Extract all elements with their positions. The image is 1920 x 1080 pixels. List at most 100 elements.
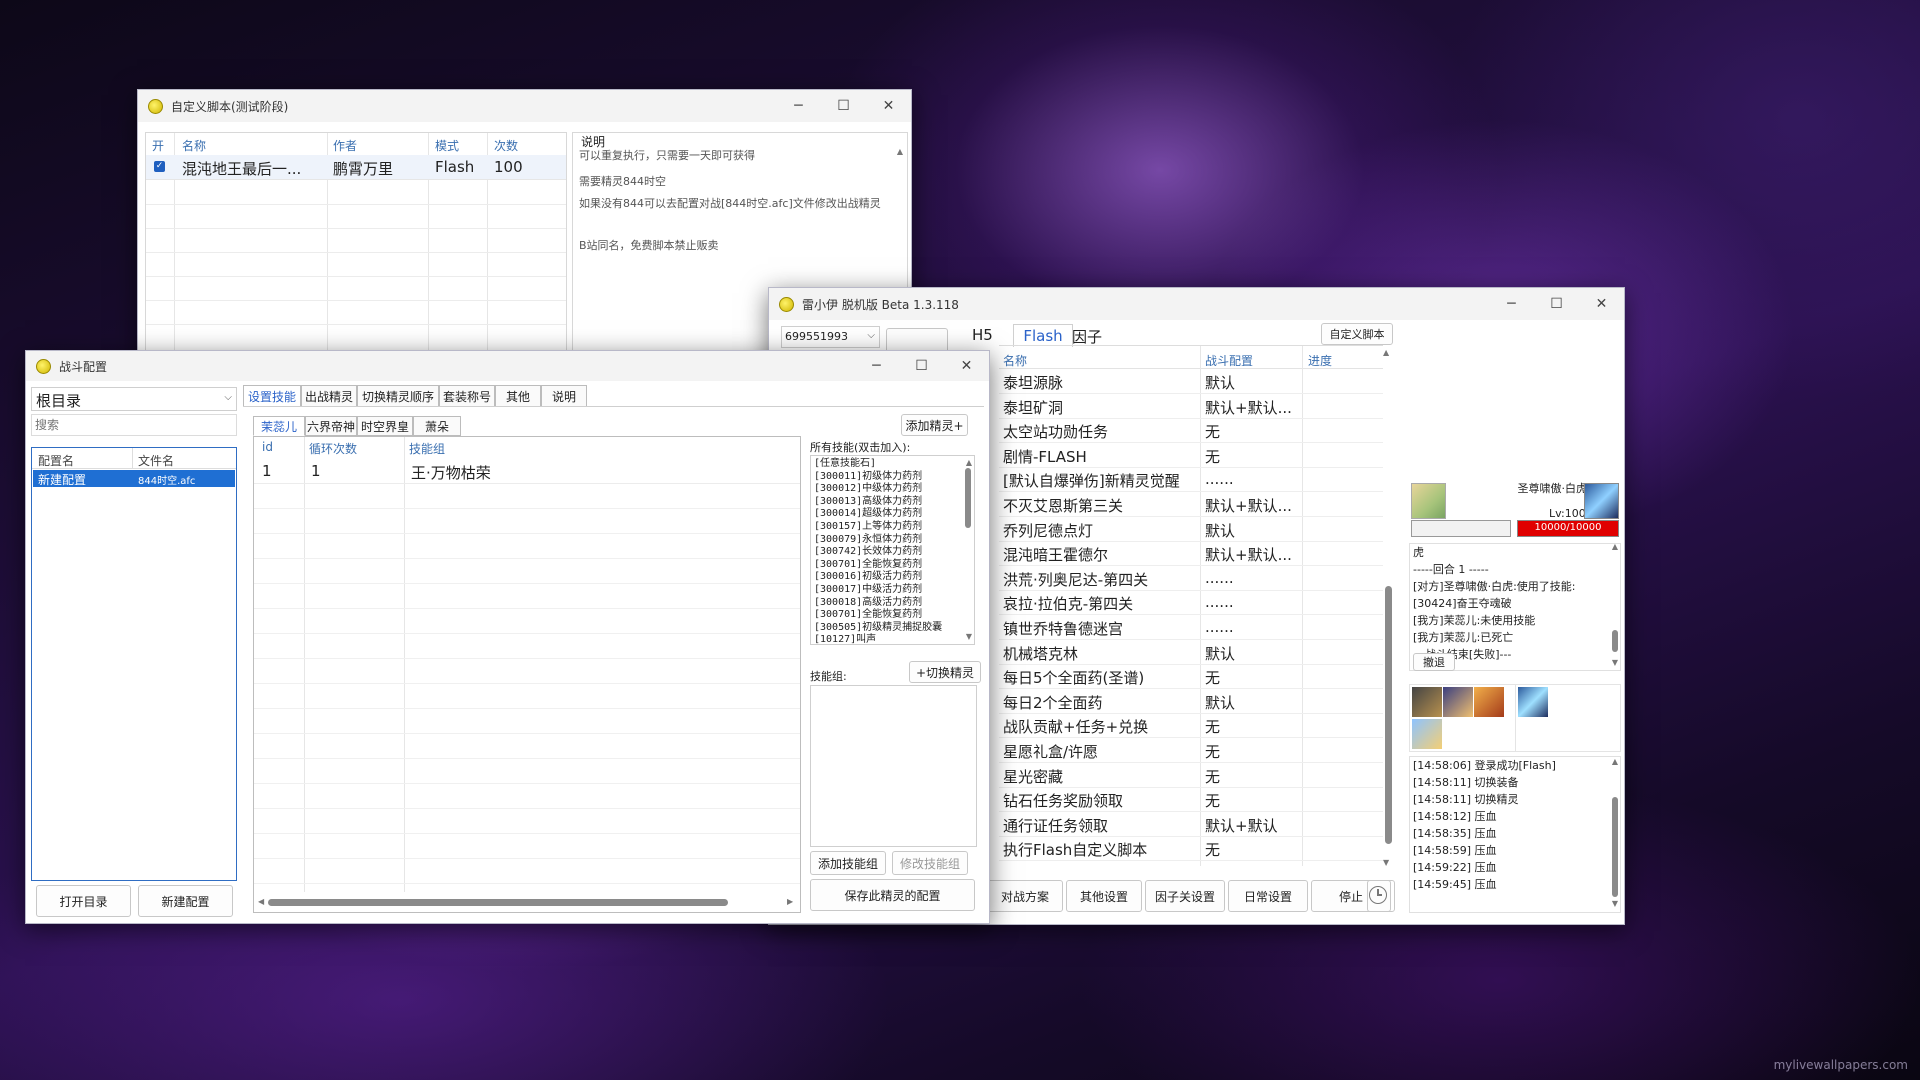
- scroll-up-icon[interactable]: ▲: [966, 458, 972, 467]
- table-row[interactable]: 乔列尼德点灯 默认: [999, 517, 1383, 542]
- scroll-left-icon[interactable]: ◀: [258, 897, 264, 906]
- tab-pet-2[interactable]: 六界帝神: [305, 416, 357, 436]
- table-row[interactable]: 哀拉·拉伯克-第四关......: [999, 590, 1383, 616]
- all-skills-scrollbar[interactable]: [965, 468, 971, 528]
- pet-slot-avatar[interactable]: [1474, 687, 1504, 717]
- folder-select[interactable]: 根目录 ⌵: [31, 387, 237, 411]
- task-config[interactable]: ......: [1205, 470, 1234, 488]
- tab-pet-4[interactable]: 萧朵: [413, 416, 461, 436]
- enable-checkbox[interactable]: ✓: [154, 161, 165, 172]
- close-icon[interactable]: ✕: [944, 351, 989, 381]
- skill-list-item[interactable]: [300013]高级体力药剂: [814, 496, 942, 509]
- table-row[interactable]: 1 1 王·万物枯荣: [254, 459, 800, 484]
- skill-table-hscrollbar[interactable]: [268, 899, 728, 906]
- scroll-up-icon[interactable]: ▲: [1612, 757, 1618, 766]
- task-config[interactable]: 默认: [1205, 520, 1235, 541]
- factor-settings-button[interactable]: 因子关设置: [1145, 880, 1225, 912]
- close-icon[interactable]: ✕: [1579, 288, 1624, 320]
- tab-suits-titles[interactable]: 套装称号: [439, 385, 495, 407]
- edit-skill-group-button[interactable]: 修改技能组: [892, 851, 968, 875]
- table-row[interactable]: 镇世乔特鲁德迷宫......: [999, 615, 1383, 640]
- scroll-up-icon[interactable]: ▲: [1612, 542, 1618, 551]
- custom-script-button[interactable]: 自定义脚本: [1321, 323, 1393, 345]
- scroll-down-icon[interactable]: ▼: [1383, 858, 1389, 867]
- tab-pet-1[interactable]: 茉蕊儿: [253, 416, 305, 436]
- skill-list-item[interactable]: [300018]高级活力药剂: [814, 597, 942, 610]
- skill-list-item[interactable]: [10127]叫声: [814, 634, 942, 644]
- task-config[interactable]: 无: [1205, 766, 1220, 787]
- table-row[interactable]: 混沌暗王霍德尔 默认+默认...: [999, 541, 1383, 567]
- pet-slot-avatar[interactable]: [1443, 687, 1473, 717]
- table-row[interactable]: 钻石任务奖励领取 无: [999, 787, 1383, 813]
- maximize-icon[interactable]: ☐: [899, 351, 944, 381]
- skill-list-item[interactable]: [300157]上等体力药剂: [814, 521, 942, 534]
- tab-help[interactable]: 说明: [541, 385, 587, 407]
- task-config[interactable]: 默认+默认: [1205, 815, 1278, 836]
- skill-list-item[interactable]: [300701]全能恢复药剂: [814, 559, 942, 572]
- skill-list-item[interactable]: [任意技能石]: [814, 458, 942, 471]
- save-pet-config-button[interactable]: 保存此精灵的配置: [810, 879, 975, 911]
- status-log-scrollbar[interactable]: [1612, 797, 1618, 897]
- task-config[interactable]: 无: [1205, 790, 1220, 811]
- other-settings-button[interactable]: 其他设置: [1066, 880, 1142, 912]
- tab-factor[interactable]: 因子: [1072, 326, 1102, 347]
- daily-settings-button[interactable]: 日常设置: [1228, 880, 1308, 912]
- tab-other[interactable]: 其他: [495, 385, 541, 407]
- task-config[interactable]: 无: [1205, 446, 1220, 467]
- close-icon[interactable]: ✕: [866, 90, 911, 122]
- table-row[interactable]: 通行证任务领取 默认+默认: [999, 812, 1383, 837]
- pet-slot-avatar[interactable]: [1412, 687, 1442, 717]
- open-dir-button[interactable]: 打开目录: [36, 885, 131, 917]
- table-row[interactable]: 太空站功勋任务 无: [999, 418, 1383, 444]
- task-config[interactable]: 无: [1205, 421, 1220, 442]
- pet-slot-avatar[interactable]: [1412, 719, 1442, 749]
- skill-list-item[interactable]: [300017]中级活力药剂: [814, 584, 942, 597]
- table-row[interactable]: 每日5个全面药(圣谱) 无: [999, 664, 1383, 690]
- minimize-icon[interactable]: ─: [854, 351, 899, 381]
- battle-log-scrollbar[interactable]: [1612, 630, 1618, 652]
- table-row[interactable]: ✓ 混沌地王最后一... 鹏霄万里 Flash 100: [146, 155, 566, 180]
- account-select[interactable]: 699551993 ⌵: [781, 326, 880, 348]
- minimize-icon[interactable]: ─: [1489, 288, 1534, 320]
- task-config[interactable]: ......: [1205, 618, 1234, 636]
- table-row[interactable]: 执行Flash自定义脚本 无: [999, 836, 1383, 862]
- table-row[interactable]: 不灭艾恩斯第三关 默认+默认...: [999, 492, 1383, 517]
- table-row[interactable]: 星愿礼盒/许愿 无: [999, 738, 1383, 763]
- tab-h5[interactable]: H5: [972, 326, 993, 344]
- table-row[interactable]: 泰坦源脉 默认: [999, 369, 1383, 394]
- tab-pet-3[interactable]: 时空界皇: [357, 416, 413, 436]
- search-input[interactable]: [31, 414, 237, 436]
- task-config[interactable]: 默认+默认...: [1205, 495, 1292, 516]
- tab-switch-order[interactable]: 切换精灵顺序: [357, 385, 439, 407]
- skill-list-item[interactable]: [300742]长效体力药剂: [814, 546, 942, 559]
- scroll-up-icon[interactable]: ▲: [1383, 348, 1389, 357]
- task-config[interactable]: 默认: [1205, 643, 1235, 664]
- table-row[interactable]: 战队贡献+任务+兑换 无: [999, 713, 1383, 739]
- task-scrollbar[interactable]: [1385, 586, 1392, 844]
- add-skill-group-button[interactable]: 添加技能组: [810, 851, 886, 875]
- skill-list-item[interactable]: [300011]初级体力药剂: [814, 471, 942, 484]
- retreat-button[interactable]: 撤退: [1413, 653, 1455, 671]
- task-config[interactable]: ......: [1205, 593, 1234, 611]
- scroll-down-icon[interactable]: ▼: [1612, 899, 1618, 908]
- maximize-icon[interactable]: ☐: [1534, 288, 1579, 320]
- task-config[interactable]: 默认: [1205, 692, 1235, 713]
- table-row[interactable]: 星光密藏 无: [999, 763, 1383, 788]
- scroll-right-icon[interactable]: ▶: [787, 897, 793, 906]
- skill-list-item[interactable]: [300701]全能恢复药剂: [814, 609, 942, 622]
- maximize-icon[interactable]: ☐: [821, 90, 866, 122]
- table-row[interactable]: 洪荒·列奥尼达-第四关......: [999, 566, 1383, 591]
- skill-list-item[interactable]: [300012]中级体力药剂: [814, 483, 942, 496]
- table-row[interactable]: 泰坦矿洞 默认+默认...: [999, 394, 1383, 419]
- table-row[interactable]: [默认自爆弹伤]新精灵觉醒......: [999, 467, 1383, 493]
- skill-list-item[interactable]: [300014]超级体力药剂: [814, 508, 942, 521]
- tab-flash[interactable]: Flash: [1013, 324, 1073, 347]
- task-config[interactable]: 默认: [1205, 372, 1235, 393]
- skill-list-item[interactable]: [300505]初级精灵捕捉胶囊: [814, 622, 942, 635]
- tab-battle-pets[interactable]: 出战精灵: [301, 385, 357, 407]
- battle-plan-button[interactable]: 对战方案: [987, 880, 1063, 912]
- task-config[interactable]: 默认+默认...: [1205, 544, 1292, 565]
- task-config[interactable]: 无: [1205, 716, 1220, 737]
- tab-set-skills[interactable]: 设置技能: [243, 385, 301, 407]
- task-config[interactable]: 无: [1205, 741, 1220, 762]
